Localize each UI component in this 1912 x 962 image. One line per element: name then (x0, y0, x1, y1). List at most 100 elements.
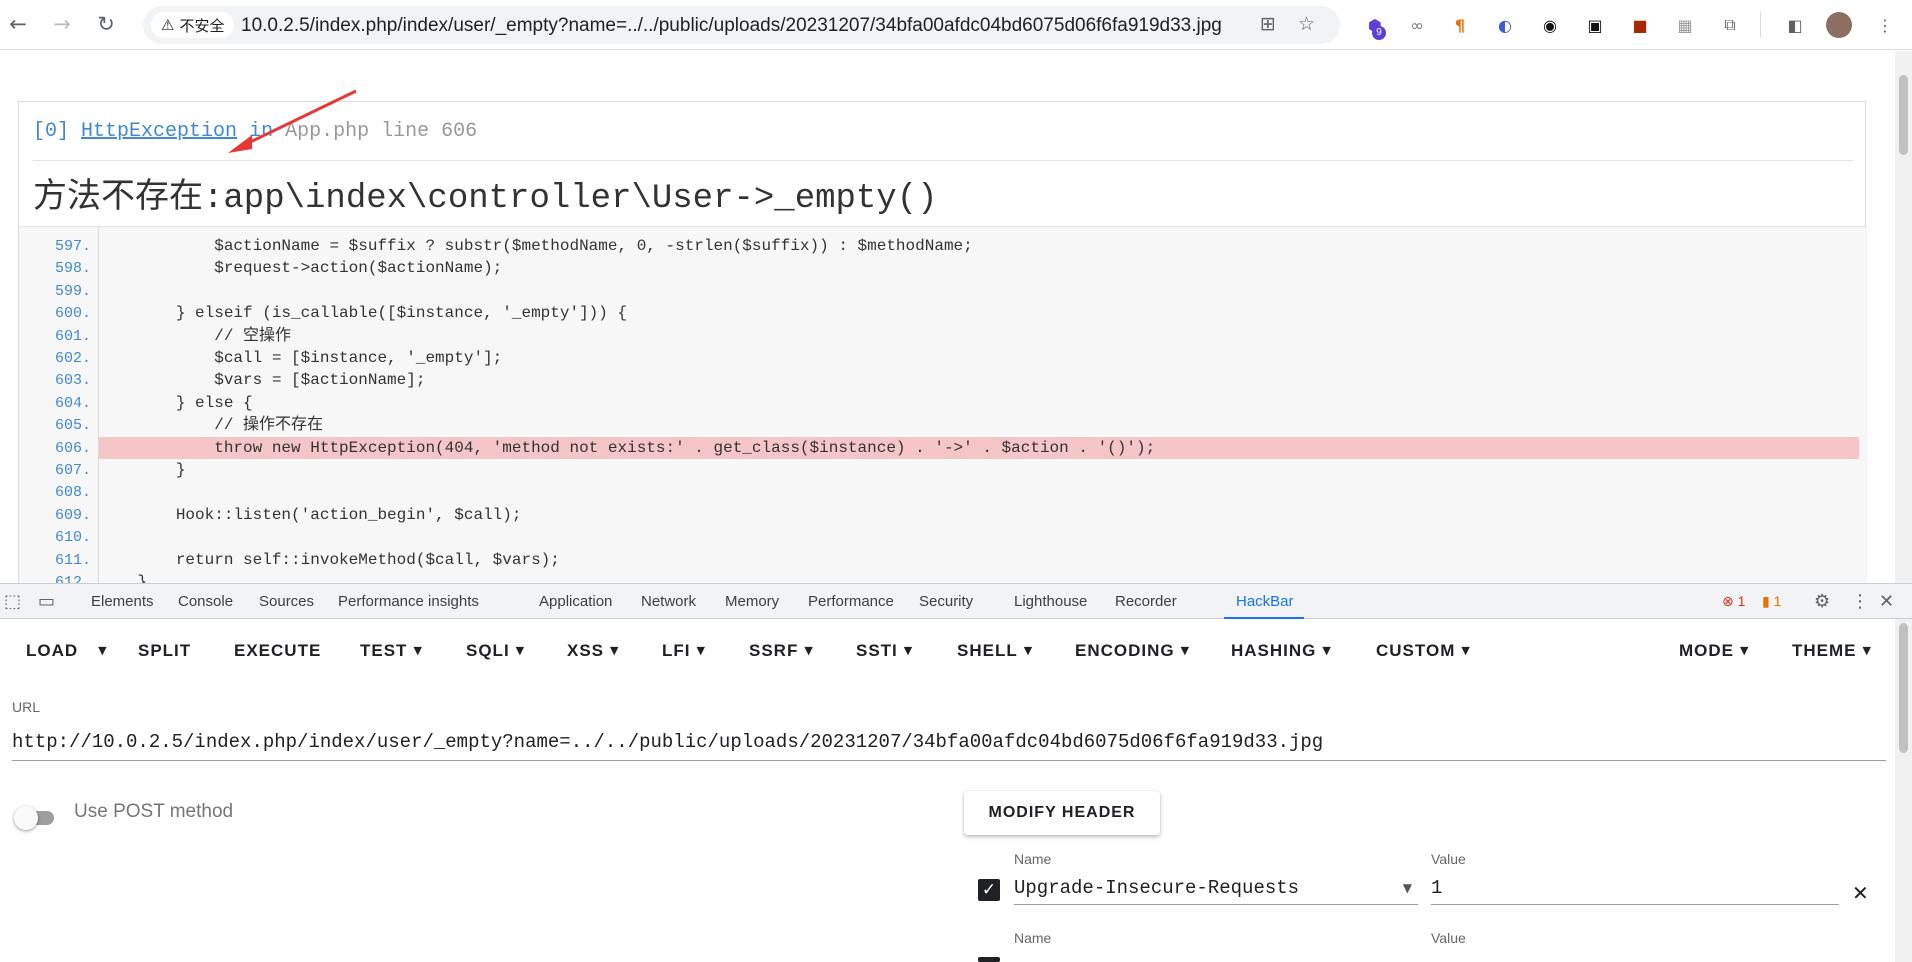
tab-recorder[interactable]: Recorder (1115, 593, 1177, 610)
extension-red-icon[interactable]: ■ (1627, 12, 1653, 38)
warning-counter[interactable]: ▮ 1 (1762, 593, 1781, 610)
tab-performance[interactable]: Performance (808, 593, 894, 610)
code-text: } else { (99, 393, 253, 412)
devtools-panel: ⬚ ▭ Elements Console Sources Performance in… (0, 583, 1912, 962)
exception-line: line 606 (381, 120, 478, 143)
page-scrollbar[interactable] (1895, 51, 1912, 583)
code-line: 607. } (19, 459, 1839, 481)
menu-split-button[interactable]: SPLIT (138, 641, 191, 661)
extension-circle-icon[interactable]: ◉ (1537, 12, 1563, 38)
devtools-scrollbar-thumb[interactable] (1899, 623, 1908, 753)
code-text: $request->action($actionName); (99, 259, 503, 278)
back-arrow-icon[interactable]: ← (4, 10, 32, 38)
menu-ssrf-button[interactable]: SSRF ▼ (749, 641, 814, 661)
address-url[interactable]: 10.0.2.5/index.php/index/user/_empty?nam… (241, 15, 1222, 37)
tab-application[interactable]: Application (539, 593, 612, 610)
menu-sqli-button[interactable]: SQLI ▼ (466, 641, 525, 661)
line-number: 598. (54, 260, 91, 278)
line-number: 597. (54, 238, 91, 255)
devtools-menu-icon[interactable]: ⋮ (1851, 591, 1869, 612)
tab-hackbar[interactable]: HackBar (1236, 593, 1294, 610)
code-line: 600. } elseif (is_callable([$instance, '… (19, 302, 1839, 324)
code-text: return self::invokeMethod($call, $vars); (99, 550, 560, 569)
browser-menu-icon[interactable]: ⋮ (1872, 12, 1898, 38)
address-bar[interactable]: ⚠ 不安全 10.0.2.5/index.php/index/user/_emp… (143, 6, 1340, 44)
menu-encoding-button[interactable]: ENCODING ▼ (1075, 641, 1190, 661)
menu-xss-button[interactable]: XSS ▼ (567, 641, 620, 661)
url-input[interactable] (12, 723, 1886, 761)
code-text: // 操作不存在 (99, 416, 324, 435)
extensions-puzzle-icon[interactable]: ⧉ (1717, 12, 1743, 38)
page-scrollbar-thumb[interactable] (1899, 75, 1908, 155)
tab-security[interactable]: Security (919, 593, 973, 610)
extension-pilcrow-icon[interactable]: ¶ (1447, 12, 1473, 38)
extension-badge: 9 (1372, 26, 1386, 40)
post-method-toggle[interactable] (12, 801, 60, 831)
settings-gear-icon[interactable]: ⚙ (1814, 591, 1830, 612)
header-value-label: Value (1431, 851, 1466, 867)
line-number: 601. (54, 327, 91, 345)
translate-icon[interactable]: ⊞ (1260, 13, 1276, 35)
caret-down-icon: ▼ (515, 644, 526, 657)
line-number: 606. (54, 439, 91, 457)
menu-test-button[interactable]: TEST ▼ (360, 641, 423, 661)
forward-arrow-icon[interactable]: → (48, 10, 76, 38)
tab-console[interactable]: Console (178, 593, 233, 610)
exception-message-text: :app\index\controller\User->_empty() (203, 180, 938, 218)
header-enabled-checkbox[interactable] (978, 957, 1000, 962)
extension-links-icon[interactable]: ∞ (1404, 12, 1430, 38)
error-counter[interactable]: ⊗ 1 (1722, 593, 1745, 610)
code-text: } elseif (is_callable([$instance, '_empt… (99, 304, 628, 323)
remove-header-icon[interactable]: ✕ (1852, 881, 1869, 905)
header-enabled-checkbox[interactable]: ✓ (978, 879, 1000, 901)
extension-zip-icon[interactable]: ▦ (1672, 12, 1698, 38)
header-name-dropdown-icon[interactable]: ▼ (1403, 881, 1412, 895)
exception-panel: [0] HttpException in App.php line 606 方法… (18, 101, 1867, 583)
code-text: } (99, 573, 148, 583)
extension-tampermonkey-icon[interactable]: ▣ (1582, 12, 1608, 38)
menu-ssti-button[interactable]: SSTI ▼ (856, 641, 913, 661)
tab-memory[interactable]: Memory (725, 593, 779, 610)
warning-icon: ▮ (1762, 593, 1770, 609)
header-name-label: Name (1014, 851, 1052, 867)
header-value-label: Value (1431, 930, 1466, 946)
header-name-field[interactable]: Upgrade-Insecure-Requests ▼ (1014, 869, 1418, 905)
menu-lfi-button[interactable]: LFI ▼ (662, 641, 706, 661)
security-chip[interactable]: ⚠ 不安全 (151, 12, 235, 38)
tab-network[interactable]: Network (641, 593, 696, 610)
profile-avatar[interactable] (1826, 12, 1852, 38)
reload-icon[interactable]: ↻ (92, 10, 120, 38)
devtools-scrollbar[interactable] (1895, 619, 1912, 962)
side-panel-icon[interactable]: ◧ (1782, 12, 1808, 38)
inspect-element-icon[interactable]: ⬚ (4, 591, 21, 612)
exception-file[interactable]: App.php (285, 120, 369, 143)
code-line: 612. } (19, 571, 1839, 583)
tab-performance-insights[interactable]: Performance insights (338, 593, 479, 610)
device-toolbar-icon[interactable]: ▭ (38, 591, 55, 612)
tab-lighthouse[interactable]: Lighthouse (1014, 593, 1087, 610)
code-line: 611. return self::invokeMethod($call, $v… (19, 549, 1839, 571)
extension-s-icon[interactable]: ◐ (1492, 12, 1518, 38)
code-text: // 空操作 (99, 326, 292, 345)
code-line: 597. $actionName = $suffix ? substr($met… (19, 235, 1839, 257)
menu-shell-button[interactable]: SHELL ▼ (957, 641, 1033, 661)
close-devtools-icon[interactable]: ✕ (1879, 591, 1894, 612)
tab-elements[interactable]: Elements (91, 593, 154, 610)
tab-sources[interactable]: Sources (259, 593, 314, 610)
menu-label: THEME (1792, 641, 1857, 660)
menu-label: EXECUTE (234, 641, 322, 660)
header-value-field[interactable]: 1 (1431, 869, 1839, 905)
menu-load-button[interactable]: LOAD ▼ (26, 641, 108, 661)
exception-type-link[interactable]: HttpException (81, 120, 237, 143)
menu-hashing-button[interactable]: HASHING ▼ (1231, 641, 1332, 661)
menu-custom-button[interactable]: CUSTOM ▼ (1376, 641, 1471, 661)
menu-label: HASHING (1231, 641, 1317, 660)
line-number: 609. (54, 506, 91, 524)
modify-header-button[interactable]: MODIFY HEADER (964, 791, 1160, 835)
menu-theme-button[interactable]: THEME ▼ (1792, 641, 1872, 661)
warning-count: 1 (1773, 593, 1782, 609)
menu-mode-button[interactable]: MODE ▼ (1679, 641, 1749, 661)
line-number: 600. (54, 305, 91, 323)
menu-execute-button[interactable]: EXECUTE (234, 641, 321, 661)
bookmark-star-icon[interactable]: ☆ (1298, 13, 1315, 35)
